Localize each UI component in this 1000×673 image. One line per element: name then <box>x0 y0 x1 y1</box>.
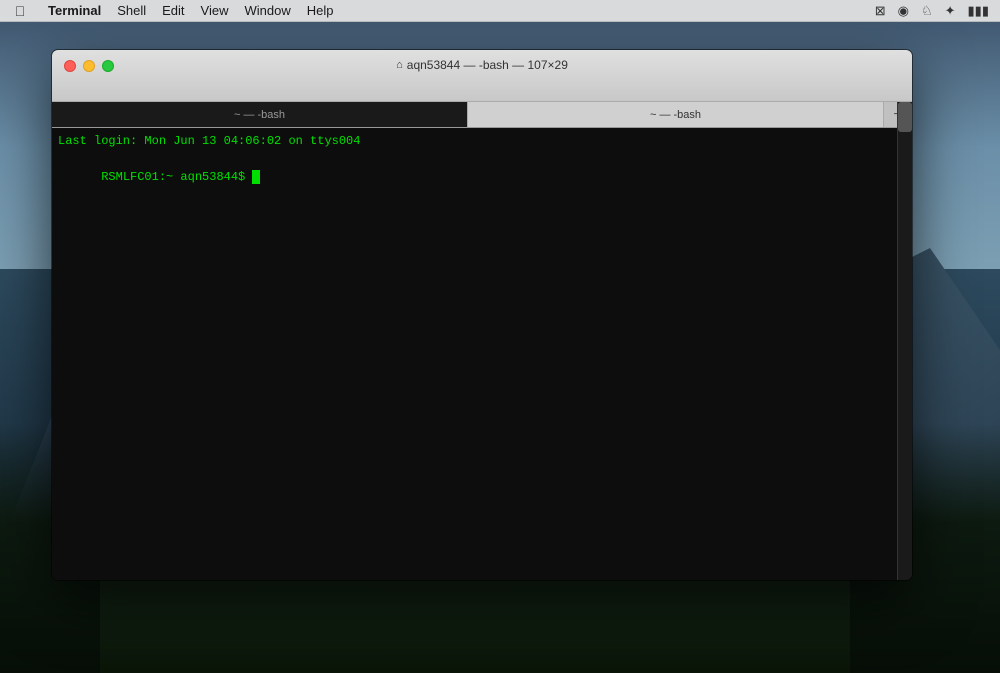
scrollbar[interactable] <box>897 102 912 580</box>
menubar:  Terminal Shell Edit View Window Help ⊠… <box>0 0 1000 22</box>
tab-2[interactable]: ~ — -bash <box>468 102 884 127</box>
menubar-icon-evernote[interactable]: ♘ <box>918 3 936 19</box>
menubar-items: Terminal Shell Edit View Window Help <box>40 0 872 22</box>
terminal-content[interactable]: Last login: Mon Jun 13 04:06:02 on ttys0… <box>52 128 912 580</box>
window-title-text: aqn53844 — -bash — 107×29 <box>407 58 568 72</box>
menu-edit[interactable]: Edit <box>154 0 192 22</box>
tab-bar: ~ — -bash ~ — -bash + <box>52 102 912 128</box>
menu-terminal[interactable]: Terminal <box>40 0 109 22</box>
terminal-cursor <box>252 170 260 184</box>
menu-help[interactable]: Help <box>299 0 342 22</box>
window-title: ⌂ aqn53844 — -bash — 107×29 <box>52 58 912 72</box>
terminal-line-2: RSMLFC01:~ aqn53844$ <box>58 150 906 204</box>
menubar-right: ⊠ ◉ ♘ ✦ ▮▮▮ <box>872 3 1000 19</box>
title-bar: ⌂ aqn53844 — -bash — 107×29 <box>52 50 912 102</box>
menubar-icon-phone[interactable]: ◉ <box>895 3 912 19</box>
tab-1[interactable]: ~ — -bash <box>52 102 468 127</box>
menu-shell[interactable]: Shell <box>109 0 154 22</box>
apple-menu[interactable]:  <box>0 3 40 19</box>
terminal-prompt: RSMLFC01:~ aqn53844$ <box>101 170 252 184</box>
scrollbar-thumb[interactable] <box>898 102 912 132</box>
menubar-icon-bluetooth[interactable]: ✦ <box>942 3 959 19</box>
menu-window[interactable]: Window <box>237 0 299 22</box>
menu-view[interactable]: View <box>193 0 237 22</box>
menubar-icon-escape[interactable]: ⊠ <box>872 3 889 19</box>
home-icon: ⌂ <box>396 59 403 71</box>
menubar-icon-battery[interactable]: ▮▮▮ <box>965 3 992 19</box>
terminal-window: ⌂ aqn53844 — -bash — 107×29 ~ — -bash ~ … <box>52 50 912 580</box>
terminal-line-1: Last login: Mon Jun 13 04:06:02 on ttys0… <box>58 132 906 150</box>
